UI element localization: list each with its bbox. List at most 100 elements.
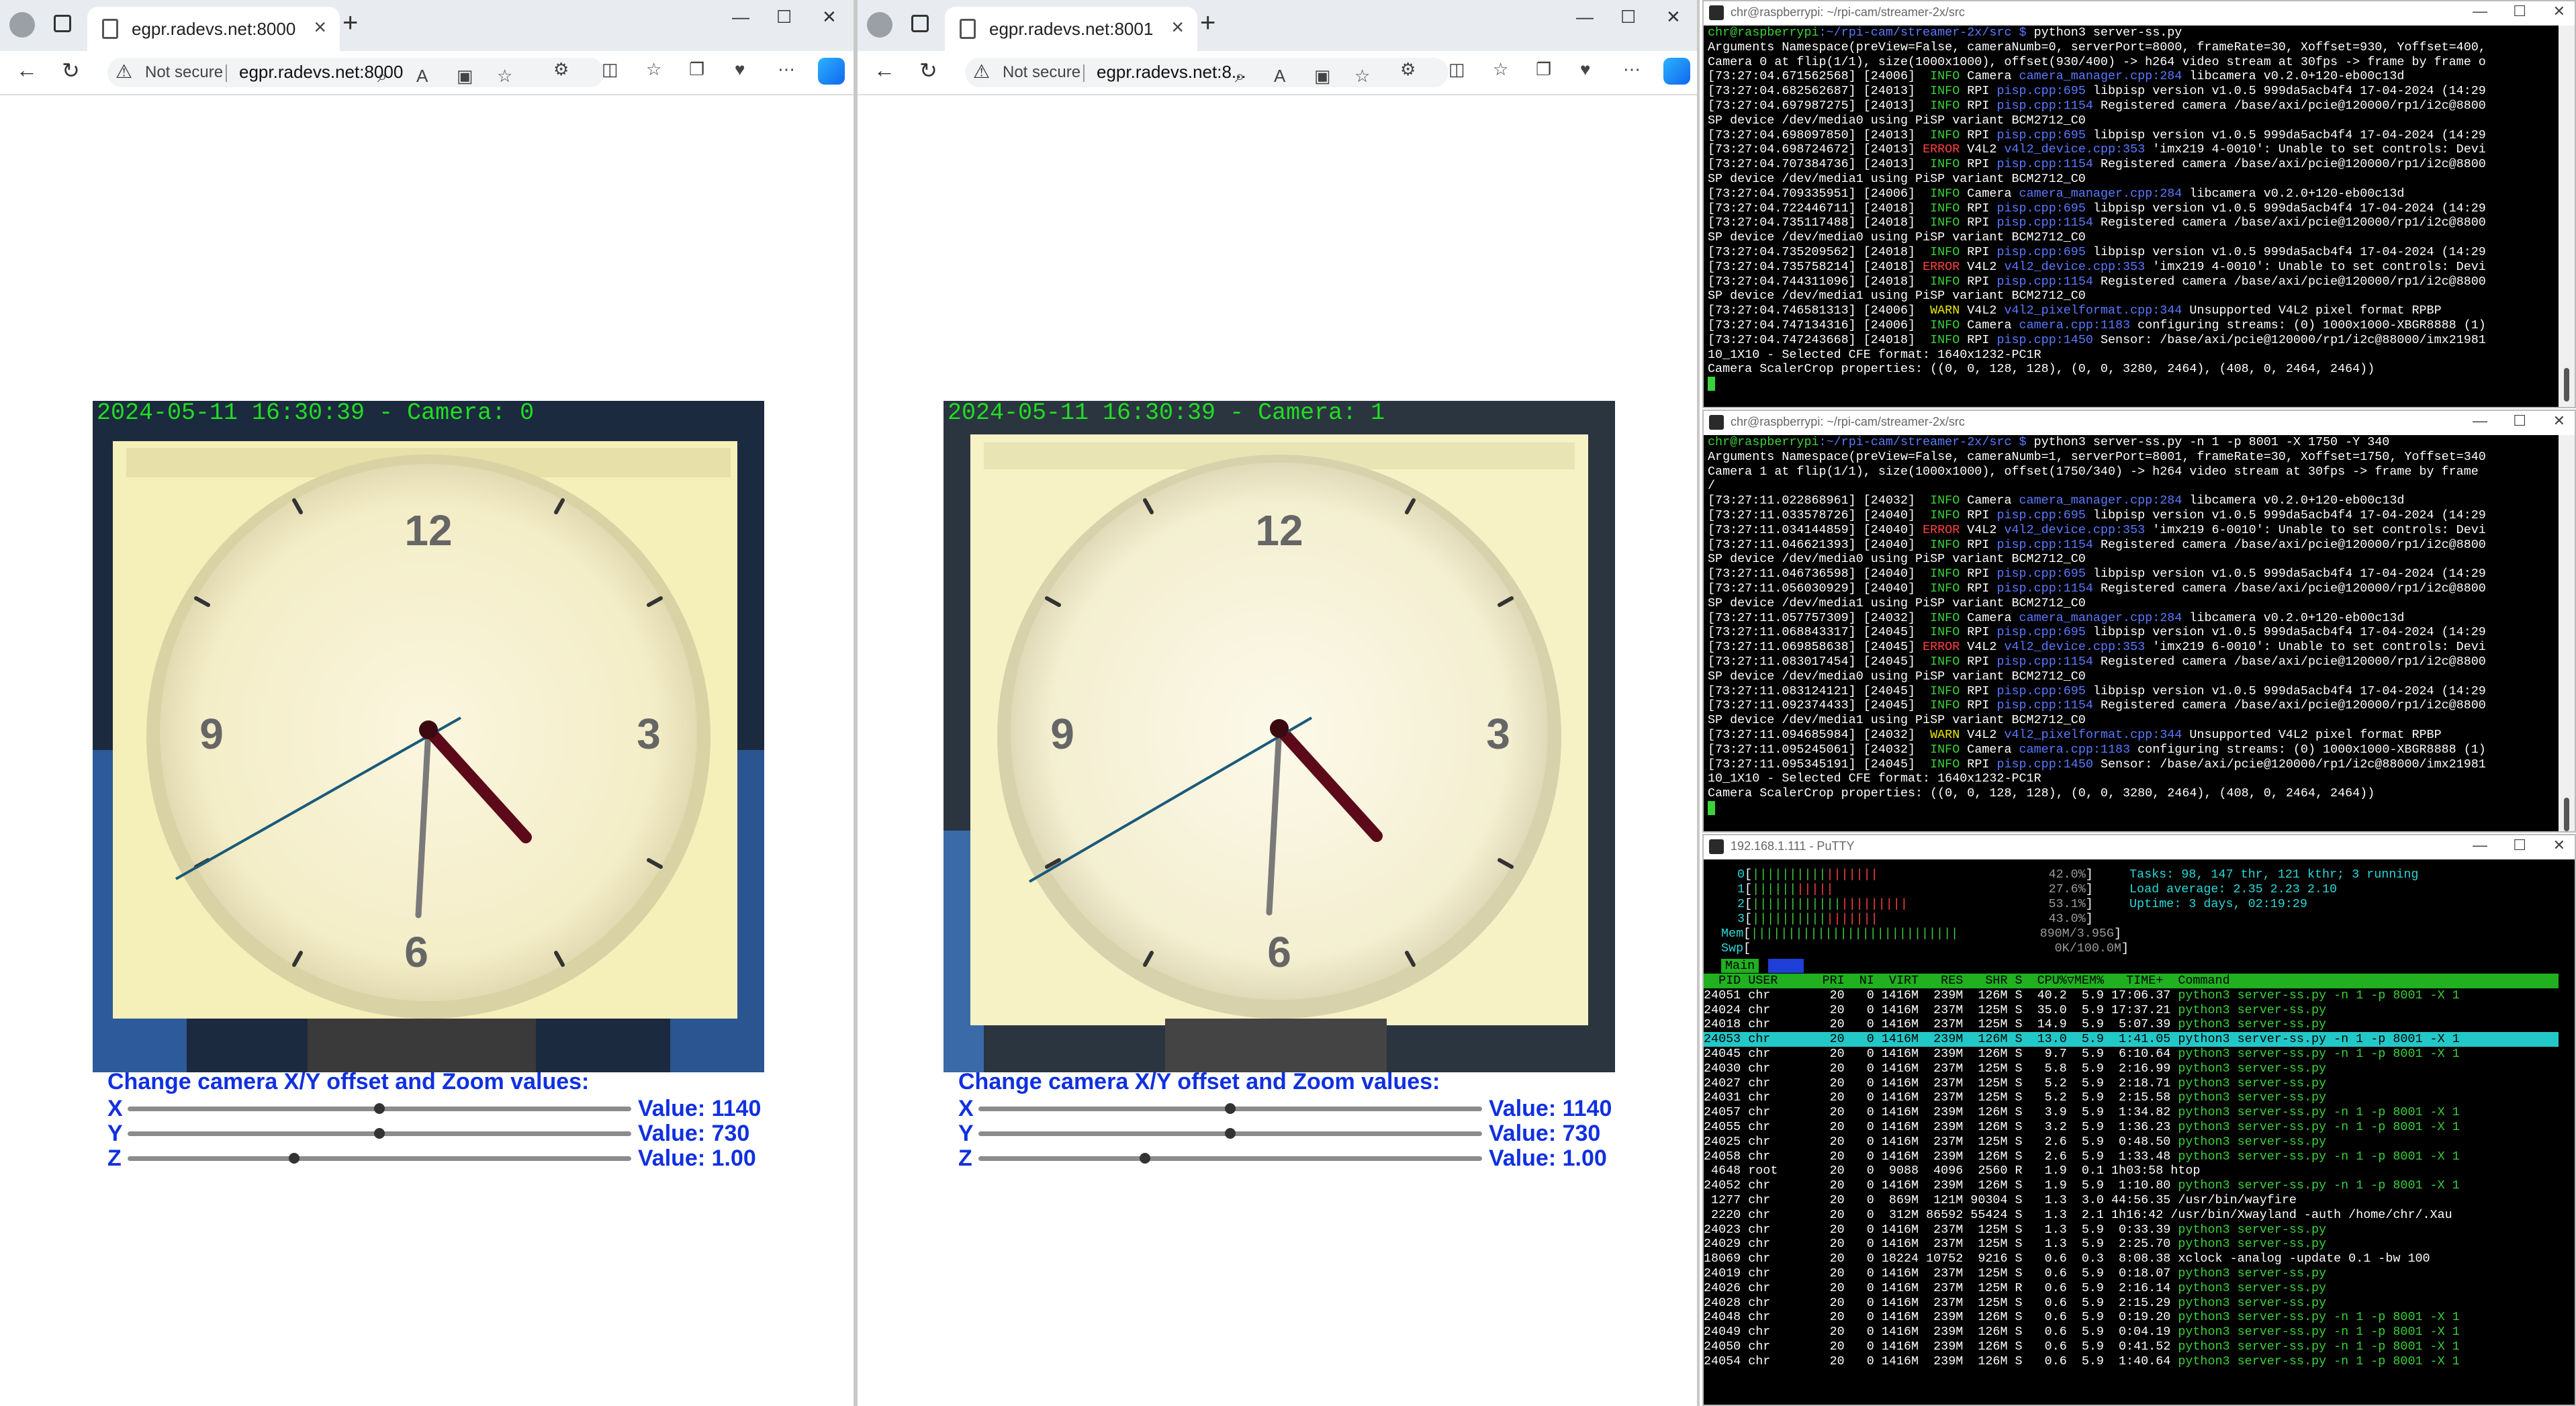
copilot-icon[interactable] <box>1663 58 1690 85</box>
process-row[interactable]: 24045 chr 20 0 1416M 239M 126M S 9.7 5.9… <box>1704 1047 2559 1062</box>
minimize-button[interactable]: — <box>732 7 749 28</box>
immersive-reader-icon[interactable]: ▣ <box>1314 66 1331 87</box>
slider-thumb[interactable] <box>374 1103 385 1114</box>
minimize-button[interactable]: — <box>1576 7 1594 28</box>
maximize-button[interactable]: ☐ <box>2513 412 2526 430</box>
slider-thumb[interactable] <box>1139 1153 1150 1164</box>
favorite-star-icon[interactable]: ☆ <box>1354 66 1370 87</box>
terminal-output[interactable]: chr@raspberrypi:~/rpi-cam/streamer-2x/sr… <box>1704 26 2559 407</box>
process-row[interactable]: 24019 chr 20 0 1416M 237M 125M S 0.6 5.9… <box>1704 1266 2559 1281</box>
process-row[interactable]: 2220 chr 20 0 312M 86592 55424 S 1.3 2.1… <box>1704 1208 2559 1223</box>
favorites-icon[interactable]: ☆ <box>646 59 661 80</box>
collections-icon[interactable]: ❐ <box>689 59 704 80</box>
close-window-button[interactable]: ✕ <box>2553 3 2565 20</box>
process-row[interactable]: 24051 chr 20 0 1416M 239M 126M S 40.2 5.… <box>1704 988 2559 1003</box>
close-window-button[interactable]: ✕ <box>1666 7 1681 28</box>
process-row[interactable]: 24028 chr 20 0 1416M 237M 125M S 0.6 5.9… <box>1704 1296 2559 1311</box>
read-aloud-icon[interactable]: A <box>416 66 428 87</box>
close-window-button[interactable]: ✕ <box>2553 837 2565 854</box>
process-row[interactable]: 24053 chr 20 0 1416M 239M 126M S 13.0 5.… <box>1704 1032 2559 1047</box>
address-bar[interactable]: ⚠ Not secure egpr.radevs.net:8... ⌕ A ▣ … <box>965 58 1448 87</box>
extensions-icon[interactable]: ⚙ <box>553 59 569 80</box>
browser-essentials-icon[interactable]: ♥ <box>1580 59 1590 80</box>
tab-egpr-8001[interactable]: egpr.radevs.net:8001 × <box>945 7 1197 51</box>
refresh-button[interactable]: ↻ <box>62 58 80 83</box>
maximize-button[interactable]: ☐ <box>2513 3 2526 20</box>
terminal-output[interactable]: chr@raspberrypi:~/rpi-cam/streamer-2x/sr… <box>1704 435 2559 831</box>
close-window-button[interactable]: ✕ <box>2553 412 2565 430</box>
process-row[interactable]: 24018 chr 20 0 1416M 237M 125M S 14.9 5.… <box>1704 1017 2559 1032</box>
browser-essentials-icon[interactable]: ♥ <box>735 59 745 80</box>
back-button[interactable]: ← <box>874 58 895 83</box>
process-row[interactable]: 24052 chr 20 0 1416M 239M 126M S 1.9 5.9… <box>1704 1178 2559 1193</box>
terminal-text: 24019 chr 20 0 1416M 237M 125M S 0.6 5.9… <box>1704 1266 2178 1280</box>
y-offset-slider[interactable] <box>128 1128 631 1139</box>
process-row[interactable]: 24057 chr 20 0 1416M 239M 126M S 3.9 5.9… <box>1704 1105 2559 1120</box>
favorites-icon[interactable]: ☆ <box>1493 59 1508 80</box>
more-menu-icon[interactable]: ⋯ <box>1623 59 1641 80</box>
process-row[interactable]: 24055 chr 20 0 1416M 239M 126M S 3.2 5.9… <box>1704 1120 2559 1135</box>
address-bar[interactable]: ⚠ Not secure egpr.radevs.net:8000 ⌕ A ▣ … <box>107 58 604 87</box>
process-row[interactable]: 24025 chr 20 0 1416M 237M 125M S 2.6 5.9… <box>1704 1135 2559 1150</box>
scrollbar[interactable] <box>2559 435 2575 831</box>
refresh-button[interactable]: ↻ <box>919 58 937 83</box>
slider-thumb[interactable] <box>374 1128 385 1139</box>
process-row[interactable]: 18069 chr 20 0 18224 10752 9216 S 0.6 0.… <box>1704 1252 2559 1266</box>
tab-actions-icon[interactable] <box>911 15 929 32</box>
process-row[interactable]: 24023 chr 20 0 1416M 237M 125M S 1.3 5.9… <box>1704 1223 2559 1237</box>
extensions-icon[interactable]: ⚙ <box>1400 59 1416 80</box>
zoom-icon[interactable]: ⌕ <box>377 66 387 87</box>
process-row[interactable]: 24026 chr 20 0 1416M 237M 125M R 0.6 5.9… <box>1704 1281 2559 1296</box>
prompt-command: python3 server-ss.py -n 1 -p 8001 -X 175… <box>2033 435 2390 449</box>
slider-thumb[interactable] <box>288 1153 300 1164</box>
y-offset-slider[interactable] <box>978 1128 1482 1139</box>
process-row[interactable]: 24030 chr 20 0 1416M 237M 125M S 5.8 5.9… <box>1704 1062 2559 1076</box>
more-menu-icon[interactable]: ⋯ <box>778 59 795 80</box>
split-screen-icon[interactable]: ◫ <box>1448 59 1465 80</box>
slider-thumb[interactable] <box>1225 1103 1236 1114</box>
close-tab-icon[interactable]: × <box>314 15 326 40</box>
x-offset-slider[interactable] <box>128 1103 631 1114</box>
scrollbar[interactable] <box>2559 26 2575 407</box>
slider-thumb[interactable] <box>1225 1128 1236 1139</box>
process-row[interactable]: 1277 chr 20 0 869M 121M 90304 S 1.3 3.0 … <box>1704 1193 2559 1208</box>
zoom-slider[interactable] <box>128 1153 631 1164</box>
process-row[interactable]: 24050 chr 20 0 1416M 239M 126M S 0.6 5.9… <box>1704 1340 2559 1354</box>
favorite-star-icon[interactable]: ☆ <box>497 66 512 87</box>
close-tab-icon[interactable]: × <box>1171 15 1184 40</box>
process-row[interactable]: 24058 chr 20 0 1416M 239M 126M S 2.6 5.9… <box>1704 1150 2559 1164</box>
process-row[interactable]: 24049 chr 20 0 1416M 239M 126M S 0.6 5.9… <box>1704 1325 2559 1340</box>
maximize-button[interactable]: ☐ <box>776 7 792 28</box>
read-aloud-icon[interactable]: A <box>1274 66 1285 87</box>
tab-actions-icon[interactable] <box>54 15 71 32</box>
tab-main[interactable]: Main <box>1721 959 1759 973</box>
back-button[interactable]: ← <box>16 58 38 83</box>
maximize-button[interactable]: ☐ <box>2513 837 2526 854</box>
profile-avatar[interactable] <box>867 12 892 38</box>
process-row[interactable]: 24027 chr 20 0 1416M 237M 125M S 5.2 5.9… <box>1704 1076 2559 1091</box>
tab-egpr-8000[interactable]: egpr.radevs.net:8000 × <box>87 7 340 51</box>
new-tab-button[interactable]: + <box>1200 8 1215 38</box>
process-row[interactable]: 24031 chr 20 0 1416M 237M 125M S 5.2 5.9… <box>1704 1090 2559 1105</box>
minimize-button[interactable]: — <box>2473 3 2487 20</box>
htop-screen[interactable]: 0[||||||||||||||||| 42.0%] 1[||||||||||| … <box>1704 859 2559 1405</box>
zoom-slider[interactable] <box>978 1153 1482 1164</box>
process-row[interactable]: 4648 root 20 0 9088 4096 2560 R 1.9 0.1 … <box>1704 1164 2559 1178</box>
collections-icon[interactable]: ❐ <box>1536 59 1551 80</box>
new-tab-button[interactable]: + <box>342 8 358 38</box>
process-row[interactable]: 24029 chr 20 0 1416M 237M 125M S 1.3 5.9… <box>1704 1237 2559 1252</box>
minimize-button[interactable]: — <box>2473 837 2487 854</box>
zoom-icon[interactable]: ⌕ <box>1235 66 1245 87</box>
maximize-button[interactable]: ☐ <box>1620 7 1636 28</box>
process-row[interactable]: 24054 chr 20 0 1416M 239M 126M S 0.6 5.9… <box>1704 1354 2559 1369</box>
minimize-button[interactable]: — <box>2473 412 2487 430</box>
tab-io[interactable]: I/O <box>1768 959 1804 973</box>
process-row[interactable]: 24048 chr 20 0 1416M 239M 126M S 0.6 5.9… <box>1704 1310 2559 1325</box>
close-window-button[interactable]: ✕ <box>822 7 837 28</box>
process-row[interactable]: 24024 chr 20 0 1416M 237M 125M S 35.0 5.… <box>1704 1003 2559 1018</box>
copilot-icon[interactable] <box>818 58 845 85</box>
profile-avatar[interactable] <box>9 12 35 38</box>
split-screen-icon[interactable]: ◫ <box>602 59 618 80</box>
x-offset-slider[interactable] <box>978 1103 1482 1114</box>
immersive-reader-icon[interactable]: ▣ <box>457 66 473 87</box>
